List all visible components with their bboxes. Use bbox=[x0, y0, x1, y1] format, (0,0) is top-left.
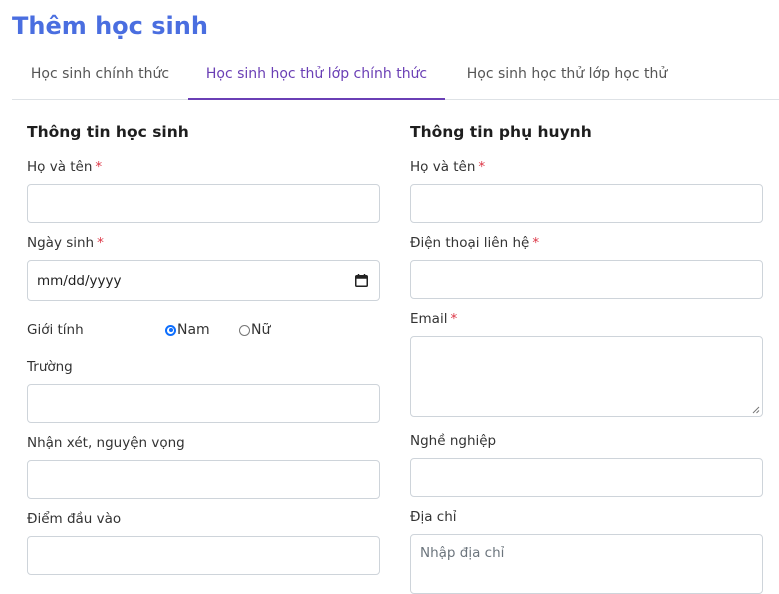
parent-name-input[interactable] bbox=[410, 184, 763, 223]
comments-label: Nhận xét, nguyện vọng bbox=[27, 435, 185, 451]
required-marker: * bbox=[95, 159, 103, 175]
student-name-label-text: Họ và tên bbox=[27, 159, 93, 175]
required-marker: * bbox=[450, 311, 458, 327]
gender-female-label: Nữ bbox=[251, 322, 271, 338]
gender-male-label: Nam bbox=[177, 322, 210, 338]
radio-unchecked-icon bbox=[239, 324, 250, 336]
school-input[interactable] bbox=[27, 384, 380, 423]
required-marker: * bbox=[478, 159, 486, 175]
phone-input[interactable] bbox=[410, 260, 763, 299]
parent-name-label-text: Họ và tên bbox=[410, 159, 476, 175]
tab-official-students[interactable]: Học sinh chính thức bbox=[12, 56, 188, 100]
tab-trial-trial-class[interactable]: Học sinh học thử lớp học thử bbox=[452, 56, 682, 100]
calendar-icon[interactable] bbox=[355, 274, 368, 287]
address-label: Địa chỉ bbox=[410, 509, 457, 525]
student-name-input[interactable] bbox=[27, 184, 380, 223]
birth-date-input[interactable]: mm/dd/yyyy bbox=[27, 260, 380, 301]
required-marker: * bbox=[532, 235, 540, 251]
entry-score-label: Điểm đầu vào bbox=[27, 511, 122, 527]
phone-label-text: Điện thoại liên hệ bbox=[410, 235, 530, 251]
email-textarea[interactable] bbox=[411, 337, 762, 416]
birth-date-label-text: Ngày sinh bbox=[27, 235, 95, 251]
tabs-bar: Học sinh chính thức Học sinh học thử lớp… bbox=[12, 56, 779, 100]
student-name-label: Họ và tên * bbox=[27, 158, 102, 176]
school-label: Trường bbox=[27, 359, 73, 375]
gender-female-radio[interactable]: Nữ bbox=[239, 322, 270, 338]
student-section-title: Thông tin học sinh bbox=[27, 123, 189, 141]
parent-name-label: Họ và tên * bbox=[410, 158, 485, 176]
occupation-label: Nghề nghiệp bbox=[410, 433, 497, 449]
phone-label: Điện thoại liên hệ * bbox=[410, 234, 539, 252]
resize-grip-icon[interactable] bbox=[751, 405, 760, 414]
radio-checked-icon bbox=[165, 324, 176, 336]
email-label: Email * bbox=[410, 310, 457, 328]
gender-label: Giới tính bbox=[27, 322, 84, 338]
entry-score-input[interactable] bbox=[27, 536, 380, 575]
comments-input[interactable] bbox=[27, 460, 380, 499]
occupation-input[interactable] bbox=[410, 458, 763, 497]
gender-male-radio[interactable]: Nam bbox=[165, 322, 210, 338]
tab-trial-official-class[interactable]: Học sinh học thử lớp chính thức bbox=[188, 56, 445, 100]
address-textarea[interactable] bbox=[410, 534, 763, 594]
page-title: Thêm học sinh bbox=[12, 12, 208, 40]
birth-date-placeholder: mm/dd/yyyy bbox=[37, 273, 122, 289]
required-marker: * bbox=[97, 235, 104, 251]
email-label-text: Email bbox=[410, 311, 448, 327]
birth-date-label: Ngày sinh * bbox=[27, 234, 104, 252]
parent-section-title: Thông tin phụ huynh bbox=[410, 123, 592, 141]
email-textarea-wrap bbox=[410, 336, 763, 417]
